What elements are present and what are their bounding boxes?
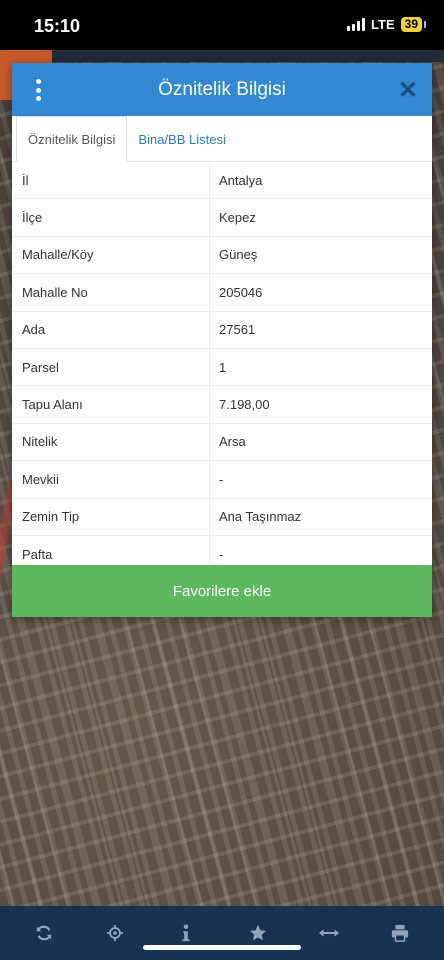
attribute-value: Arsa: [219, 434, 246, 450]
attribute-key: İlçe: [12, 199, 210, 236]
attribute-key: Nitelik: [12, 423, 210, 461]
measure-icon[interactable]: [313, 917, 345, 949]
refresh-icon[interactable]: [28, 917, 60, 949]
table-row: Nitelik Arsa: [12, 423, 432, 462]
table-row: Zemin Tip Ana Taşınmaz: [12, 498, 432, 536]
tab-bar: Öznitelik Bilgisi Bina/BB Listesi: [12, 116, 432, 162]
add-favorite-button[interactable]: Favorilere ekle: [12, 565, 432, 617]
attribute-value: Güneş: [219, 247, 258, 263]
attribute-key: Mahalle No: [12, 274, 210, 311]
attribute-key: Ada: [12, 311, 210, 348]
table-row: Ada 27561: [12, 311, 432, 349]
modal-header: Öznitelik Bilgisi ✕: [12, 63, 432, 116]
app-top-bar: [0, 50, 444, 100]
table-row: İl Antalya: [12, 162, 432, 200]
close-icon[interactable]: ✕: [398, 76, 418, 105]
table-row: Tapu Alanı 7.198,00: [12, 386, 432, 424]
attribute-key: İl: [12, 162, 210, 199]
attribute-value: -: [219, 546, 224, 562]
status-indicators: LTE 39: [347, 17, 427, 32]
home-indicator[interactable]: [143, 945, 301, 950]
table-row: İlçe Kepez: [12, 199, 432, 237]
tab-building-list[interactable]: Bina/BB Listesi: [127, 117, 236, 161]
table-row: Parsel 1: [12, 348, 432, 387]
network-label: LTE: [371, 17, 395, 32]
table-row: Mahalle/Köy Güneş: [12, 236, 432, 275]
attribute-key: Mevkii: [12, 461, 210, 498]
table-row: Mevkii -: [12, 461, 432, 499]
attribute-value: 1: [219, 359, 227, 375]
attribute-value: Ana Taşınmaz: [219, 509, 302, 525]
status-time: 15:10: [34, 16, 81, 36]
attribute-value: 27561: [219, 322, 256, 338]
attribute-key: Tapu Alanı: [12, 386, 210, 423]
battery-icon: 39: [400, 17, 427, 32]
attribute-key: Zemin Tip: [12, 498, 210, 535]
tab-attribute-info[interactable]: Öznitelik Bilgisi: [16, 116, 128, 162]
modal-title: Öznitelik Bilgisi: [158, 79, 286, 100]
attribute-key: Parsel: [12, 348, 210, 386]
attribute-value: -: [219, 471, 224, 487]
table-row: Mahalle No 205046: [12, 274, 432, 312]
attribute-value: Kepez: [219, 210, 256, 226]
attribute-value: 205046: [219, 284, 263, 300]
signal-icon: [347, 18, 366, 31]
attribute-key: Mahalle/Köy: [12, 236, 210, 274]
status-bar: 15:10 LTE 39: [0, 0, 444, 50]
attribute-modal: Öznitelik Bilgisi ✕ Öznitelik Bilgisi Bi…: [12, 63, 432, 617]
bottom-toolbar: [0, 906, 444, 960]
attribute-table: İl Antalya İlçe Kepez Mahalle/Köy Güneş Mahall…: [12, 162, 432, 574]
print-icon[interactable]: [384, 917, 416, 949]
attribute-value: 7.198,00: [219, 397, 270, 413]
attribute-value: Antalya: [219, 172, 263, 188]
locate-icon[interactable]: [99, 917, 131, 949]
